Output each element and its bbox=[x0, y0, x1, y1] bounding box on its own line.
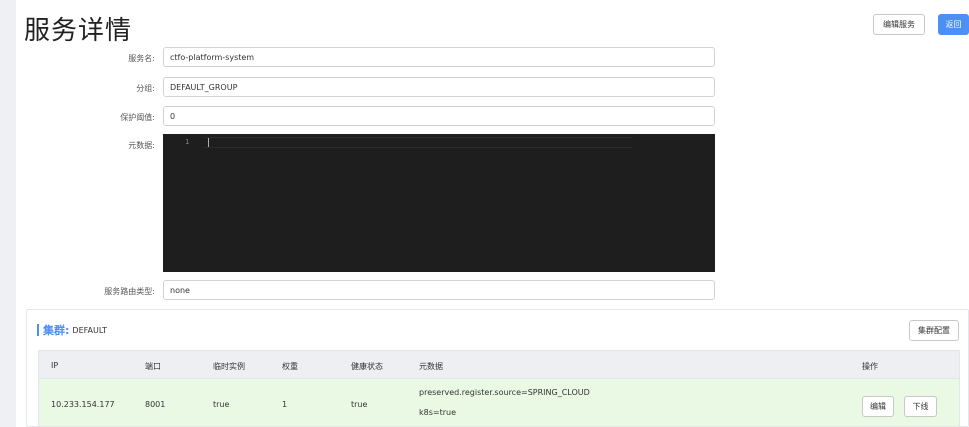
editor-current-line bbox=[203, 137, 633, 148]
page-title: 服务详情 bbox=[24, 16, 133, 46]
table-header: IP 端口 临时实例 权重 健康状态 元数据 操作 bbox=[38, 350, 960, 379]
service-name-label: 服务名: bbox=[128, 54, 155, 63]
instance-edit-button[interactable]: 编辑 bbox=[862, 396, 894, 417]
cell-ip: 10.233.154.177 bbox=[51, 400, 115, 409]
editor-cursor bbox=[208, 138, 209, 147]
col-ip: IP bbox=[51, 361, 59, 370]
editor-line-number: 1 bbox=[185, 138, 190, 146]
metadata-editor[interactable]: 1 bbox=[163, 134, 715, 272]
instance-offline-button[interactable]: 下线 bbox=[904, 396, 937, 417]
col-metadata: 元数据 bbox=[419, 362, 443, 371]
col-actions: 操作 bbox=[862, 362, 878, 371]
cell-weight: 1 bbox=[282, 400, 288, 409]
col-weight: 权重 bbox=[282, 362, 298, 371]
protect-threshold-label: 保护阈值: bbox=[120, 113, 155, 122]
cell-ephemeral: true bbox=[213, 400, 230, 409]
back-button[interactable]: 返回 bbox=[938, 14, 969, 35]
selector-type-field[interactable]: none bbox=[163, 280, 715, 300]
col-port: 端口 bbox=[145, 362, 161, 371]
col-ephemeral: 临时实例 bbox=[213, 362, 245, 371]
cluster-header: 集群: DEFAULT bbox=[37, 322, 107, 338]
selector-type-label: 服务路由类型: bbox=[104, 287, 155, 296]
group-field[interactable]: DEFAULT_GROUP bbox=[163, 77, 715, 97]
table-row: 10.233.154.177 8001 true 1 true preserve… bbox=[38, 379, 960, 427]
group-label: 分组: bbox=[136, 84, 155, 93]
cluster-accent-bar bbox=[37, 324, 39, 336]
cell-port: 8001 bbox=[145, 400, 166, 409]
cluster-config-button[interactable]: 集群配置 bbox=[909, 320, 959, 341]
cluster-name: DEFAULT bbox=[72, 325, 108, 335]
cell-healthy: true bbox=[351, 400, 368, 409]
cell-metadata-line2: k8s=true bbox=[419, 408, 457, 417]
edit-service-button[interactable]: 编辑服务 bbox=[873, 14, 925, 35]
cell-metadata-line1: preserved.register.source=SPRING_CLOUD bbox=[419, 388, 590, 397]
left-sidebar-edge bbox=[0, 0, 16, 427]
service-name-field[interactable]: ctfo-platform-system bbox=[163, 47, 715, 67]
col-healthy: 健康状态 bbox=[351, 362, 383, 371]
cluster-title: 集群: bbox=[43, 324, 70, 337]
metadata-label: 元数据: bbox=[128, 141, 155, 150]
protect-threshold-field[interactable]: 0 bbox=[163, 106, 715, 126]
editor-gutter bbox=[163, 134, 203, 272]
